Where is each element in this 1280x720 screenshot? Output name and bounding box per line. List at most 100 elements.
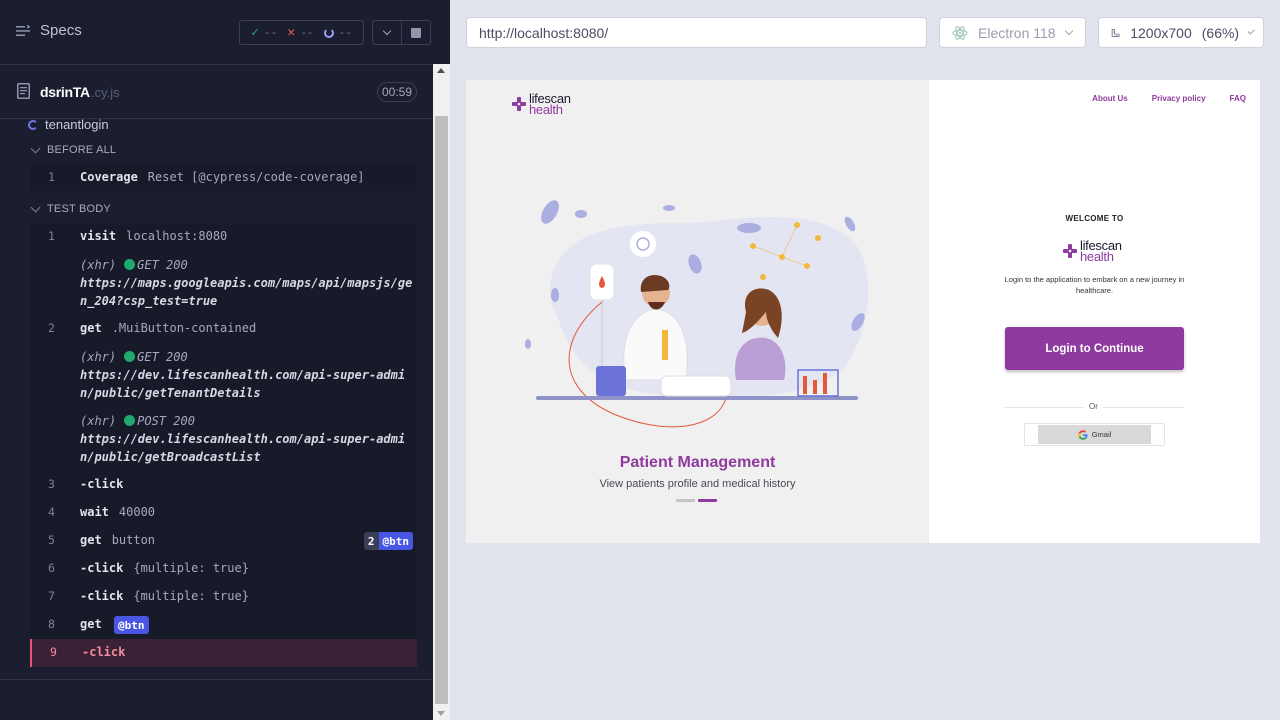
specs-toggle-button[interactable]: Specs (16, 22, 82, 39)
login-tagline: Login to the application to embark on a … (1004, 275, 1185, 295)
before-all-header[interactable]: BEFORE ALL (30, 143, 117, 156)
xhr-url: https://dev.lifescanhealth.com/api-super… (80, 368, 406, 400)
xhr-log: (xhr) GET 200 https://dev.lifescanhealth.… (80, 348, 415, 402)
command-name: wait 40000 (80, 505, 156, 519)
spec-file-name: dsrinTA (40, 84, 90, 100)
carousel-indicator[interactable] (676, 499, 695, 502)
xhr-method: POST 200 (137, 414, 195, 428)
command-message: {multiple: true} (133, 561, 249, 575)
x-icon: ✕ (287, 25, 296, 40)
runner-header: Specs ✓ -- ✕ -- -- (0, 0, 432, 65)
command-name: get (80, 617, 102, 631)
login-panel: About Us Privacy policy FAQ WELCOME TO l… (929, 80, 1260, 543)
active-command-row[interactable]: 9 -click (30, 639, 417, 667)
command-number: 8 (48, 617, 55, 631)
viewport-info[interactable]: 1200x700 (66%) (1098, 17, 1264, 48)
xhr-method: GET 200 (137, 350, 188, 364)
login-to-continue-button[interactable]: Login to Continue (1005, 327, 1184, 370)
command-message: Reset [@cypress/code-coverage] (147, 170, 365, 184)
command-number: 9 (50, 645, 57, 659)
chevron-down-icon (1247, 27, 1255, 35)
alias-badge[interactable]: 2 @btn (363, 532, 413, 550)
doctor-patient-illustration (525, 200, 869, 428)
chevron-down-icon (382, 26, 392, 36)
viewport-zoom: (66%) (1201, 24, 1240, 41)
command-number: 2 (48, 321, 55, 335)
alias-label: @btn (378, 532, 413, 550)
passed-stat: ✓ -- (251, 25, 278, 40)
app-preview: lifescan health Patient Management View … (466, 80, 1260, 543)
brand-logo: lifescan health (1063, 239, 1122, 263)
command-message: localhost:8080 (126, 229, 228, 243)
carousel-panel: lifescan health Patient Management View … (466, 80, 929, 543)
specs-list-icon (16, 24, 30, 36)
stop-icon (411, 27, 421, 38)
or-label: Or (1084, 402, 1103, 411)
nav-about-us[interactable]: About Us (1092, 94, 1128, 103)
xhr-prefix: (xhr) (80, 350, 117, 364)
test-body-header[interactable]: TEST BODY (30, 202, 111, 215)
status-dot-icon (124, 259, 136, 270)
electron-icon (952, 25, 968, 40)
browser-name: Electron 118 (978, 24, 1056, 41)
command-name: -click (80, 477, 124, 491)
gmail-login-button[interactable]: Gmail (1038, 425, 1151, 444)
xhr-prefix: (xhr) (80, 414, 117, 428)
command-name: -click {multiple: true} (80, 561, 249, 575)
command-message: {multiple: true} (133, 589, 249, 603)
command-name: visit localhost:8080 (80, 229, 228, 243)
url-bar[interactable]: http://localhost:8080/ (466, 17, 927, 48)
suite-title[interactable]: tenantlogin (28, 117, 109, 132)
status-dot-icon (124, 351, 136, 362)
slide-subtitle: View patients profile and medical histor… (599, 478, 796, 490)
viewport-size: 1200x700 (1130, 24, 1192, 41)
nav-privacy-policy[interactable]: Privacy policy (1152, 94, 1206, 103)
test-body-label: TEST BODY (47, 203, 111, 215)
xhr-log: (xhr) POST 200 https://dev.lifescanhealth… (80, 412, 415, 466)
xhr-prefix: (xhr) (80, 258, 117, 272)
command-log-scrollbar[interactable] (433, 64, 450, 720)
chevron-down-icon (1064, 26, 1073, 36)
stop-button[interactable] (401, 20, 431, 45)
pending-stat: -- (323, 26, 352, 39)
test-stats: ✓ -- ✕ -- -- (239, 20, 364, 45)
check-icon: ✓ (251, 25, 259, 40)
chevron-down-icon (30, 143, 41, 153)
pending-spinner-icon (323, 27, 334, 38)
failed-stat: ✕ -- (287, 25, 314, 40)
specs-label: Specs (40, 22, 82, 39)
gmail-login-container: Gmail (1024, 423, 1165, 446)
command-name: Coverage Reset [@cypress/code-coverage] (80, 170, 365, 184)
scroll-up-arrow-icon[interactable] (437, 68, 445, 73)
command-number: 7 (48, 589, 55, 603)
scroll-down-arrow-icon[interactable] (437, 711, 445, 716)
xhr-log: (xhr) GET 200 https://maps.googleapis.com… (80, 256, 415, 310)
before-all-commands: 1 Coverage Reset [@cypress/code-coverage] (30, 164, 417, 191)
command-number: 1 (48, 170, 55, 184)
before-all-label: BEFORE ALL (47, 144, 117, 156)
command-number: 3 (48, 477, 55, 491)
slide-title: Patient Management (619, 454, 776, 471)
nav-faq[interactable]: FAQ (1230, 94, 1246, 103)
browser-select[interactable]: Electron 118 (939, 17, 1086, 48)
runner-panel: Specs ✓ -- ✕ -- -- dsrinTA .cy.js 00:59 te… (0, 0, 450, 720)
divider (0, 679, 432, 680)
google-icon (1077, 429, 1088, 440)
spec-file-header: dsrinTA .cy.js 00:59 (0, 66, 432, 119)
options-dropdown-button[interactable] (372, 20, 402, 45)
carousel-indicator-active[interactable] (698, 499, 717, 502)
command-name: -click {multiple: true} (80, 589, 249, 603)
command-number: 4 (48, 505, 55, 519)
carousel-indicators (676, 499, 717, 502)
alias-label[interactable]: @btn (114, 616, 149, 634)
welcome-heading: WELCOME TO (1065, 214, 1124, 223)
command-number: 1 (48, 229, 55, 243)
run-duration: 00:59 (377, 82, 417, 102)
top-nav: About Us Privacy policy FAQ (1092, 94, 1260, 103)
xhr-url: https://dev.lifescanhealth.com/api-super… (80, 432, 406, 464)
scroll-thumb[interactable] (435, 116, 448, 704)
file-icon (17, 83, 30, 99)
running-spinner-icon (28, 119, 38, 130)
command-number: 6 (48, 561, 55, 575)
status-dot-icon (124, 415, 136, 426)
